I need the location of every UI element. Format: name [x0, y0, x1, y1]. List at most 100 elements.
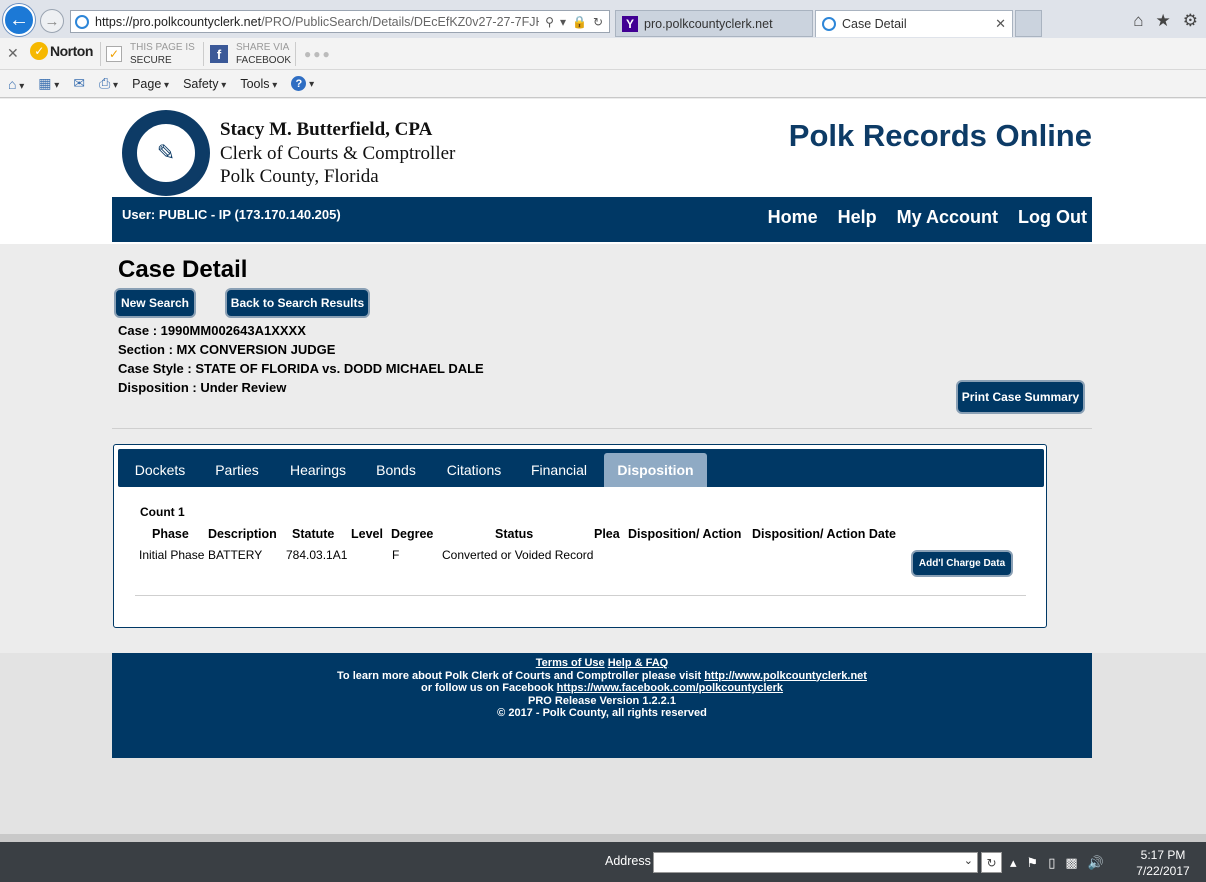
secure-check-icon: ✓: [106, 46, 122, 62]
yahoo-icon: Y: [622, 15, 638, 32]
col-plea: Plea: [594, 527, 620, 541]
col-disposition-date: Disposition/ Action Date: [752, 527, 896, 541]
norton-toolbar: ✕ ✓ Norton ✓ THIS PAGE IS SECURE f SHARE …: [0, 38, 1206, 70]
nav-log-out[interactable]: Log Out: [1018, 207, 1087, 228]
clerk-title: Clerk of Courts & Comptroller: [220, 143, 456, 164]
col-status: Status: [495, 527, 534, 541]
col-phase: Phase: [152, 527, 189, 541]
nav-help[interactable]: Help: [838, 207, 877, 228]
user-info: User: PUBLIC - IP (173.170.140.205): [122, 207, 341, 222]
col-disposition-action: Disposition/ Action: [628, 527, 742, 541]
tab-case-detail[interactable]: Case Detail ✕: [815, 10, 1013, 37]
divider: [112, 428, 1092, 429]
new-tab-button[interactable]: [1015, 10, 1042, 37]
url-text[interactable]: https://pro.polkcountyclerk.net/PRO/Publ…: [95, 15, 539, 29]
volume-icon[interactable]: 🔊: [1088, 855, 1104, 871]
settings-gear-icon[interactable]: ⚙: [1183, 11, 1198, 31]
home-icon[interactable]: ⌂: [8, 76, 24, 92]
help-menu[interactable]: ?: [291, 76, 314, 92]
case-number: Case : 1990MM002643A1XXXX: [118, 323, 306, 338]
facebook-icon: f: [210, 45, 228, 63]
tab-bonds[interactable]: Bonds: [366, 453, 426, 487]
address-toolbar-label: Address: [605, 854, 651, 868]
tab-parties[interactable]: Parties: [204, 453, 270, 487]
tab-disposition[interactable]: Disposition: [604, 453, 707, 487]
search-icon[interactable]: ⚲: [545, 15, 554, 29]
nav-home[interactable]: Home: [768, 207, 818, 228]
system-tray: ▴ ⚑ ▯ ▩ 🔊: [1010, 855, 1104, 871]
tab-bar: Dockets Parties Hearings Bonds Citations…: [118, 449, 1044, 487]
show-hidden-icons-icon[interactable]: ▴: [1010, 855, 1017, 871]
refresh-icon[interactable]: ↻: [593, 15, 603, 29]
battery-icon[interactable]: ▯: [1048, 855, 1055, 871]
page-menu[interactable]: Page: [132, 77, 169, 91]
tab-citations[interactable]: Citations: [434, 453, 514, 487]
clerk-heading: Stacy M. Butterfield, CPA Clerk of Court…: [220, 118, 455, 188]
case-disposition: Disposition : Under Review: [118, 380, 287, 395]
footer: Terms of Use Help & FAQ To learn more ab…: [112, 653, 1092, 758]
horizontal-scrollbar[interactable]: [0, 834, 1206, 842]
home-icon[interactable]: ⌂: [1133, 11, 1143, 31]
taskbar-address-input[interactable]: ⌄: [653, 852, 978, 873]
clock[interactable]: 5:17 PM 7/22/2017: [1130, 847, 1196, 879]
print-case-summary-button[interactable]: Print Case Summary: [956, 380, 1085, 414]
tab-hearings[interactable]: Hearings: [278, 453, 358, 487]
case-style: Case Style : STATE OF FLORIDA vs. DODD M…: [118, 361, 484, 376]
dropdown-icon[interactable]: ▾: [560, 15, 566, 29]
address-bar[interactable]: https://pro.polkcountyclerk.net/PRO/Publ…: [70, 10, 610, 33]
forward-button[interactable]: →: [40, 9, 64, 33]
share-facebook-button[interactable]: f SHARE VIA FACEBOOK: [210, 41, 291, 67]
col-level: Level: [351, 527, 383, 541]
copyright: © 2017 - Polk County, all rights reserve…: [497, 707, 707, 719]
page-title: Case Detail: [118, 256, 248, 283]
cell-description: BATTERY: [208, 548, 263, 562]
nav-my-account[interactable]: My Account: [897, 207, 998, 228]
mail-icon[interactable]: ✉: [73, 75, 85, 92]
command-bar: ⌂ ▦ ✉ ⎙ Page Safety Tools ?: [0, 70, 1206, 98]
cell-degree: F: [392, 548, 400, 562]
tab-dockets[interactable]: Dockets: [124, 453, 196, 487]
close-tab-icon[interactable]: ✕: [995, 16, 1006, 32]
facebook-link[interactable]: https://www.facebook.com/polkcountyclerk: [557, 682, 783, 694]
main-nav: User: PUBLIC - IP (173.170.140.205) Home…: [112, 197, 1092, 242]
favorites-star-icon[interactable]: ★: [1156, 11, 1171, 31]
case-tabs-panel: Dockets Parties Hearings Bonds Citations…: [113, 444, 1047, 628]
more-dots-icon[interactable]: ●●●: [304, 47, 332, 61]
refresh-icon[interactable]: ↻: [981, 852, 1002, 873]
print-icon[interactable]: ⎙: [99, 75, 118, 92]
count-label: Count 1: [140, 505, 185, 519]
case-section: Section : MX CONVERSION JUDGE: [118, 342, 336, 357]
feeds-icon[interactable]: ▦: [38, 75, 59, 92]
col-statute: Statute: [292, 527, 335, 541]
addl-charge-data-button[interactable]: Add'l Charge Data: [911, 550, 1013, 577]
quill-book-icon: ✎: [135, 122, 197, 184]
col-description: Description: [208, 527, 277, 541]
close-toolbar-icon[interactable]: ✕: [7, 45, 19, 62]
safety-menu[interactable]: Safety: [183, 77, 226, 91]
col-degree: Degree: [391, 527, 434, 541]
back-to-results-button[interactable]: Back to Search Results: [225, 288, 370, 318]
tab-financial[interactable]: Financial: [522, 453, 596, 487]
chevron-down-icon[interactable]: ⌄: [964, 854, 973, 867]
flag-icon[interactable]: ⚑: [1027, 855, 1039, 871]
tools-menu[interactable]: Tools: [240, 77, 277, 91]
back-button[interactable]: ←: [3, 4, 35, 36]
tab-yahoo[interactable]: Y pro.polkcountyclerk.net: [615, 10, 813, 37]
new-search-button[interactable]: New Search: [114, 288, 196, 318]
page-secure-indicator[interactable]: ✓ THIS PAGE IS SECURE: [106, 41, 195, 67]
lock-icon[interactable]: 🔒: [572, 15, 587, 29]
network-icon[interactable]: ▩: [1065, 855, 1077, 871]
norton-logo[interactable]: ✓ Norton: [30, 42, 93, 60]
clerk-website-link[interactable]: http://www.polkcountyclerk.net: [704, 670, 867, 682]
clerk-county: Polk County, Florida: [220, 166, 379, 187]
cell-status: Converted or Voided Record: [442, 548, 594, 562]
clerk-name: Stacy M. Butterfield, CPA: [220, 119, 433, 140]
county-seal-logo[interactable]: ✎: [122, 110, 210, 196]
site-title: Polk Records Online: [788, 118, 1092, 153]
browser-title-bar: ← → https://pro.polkcountyclerk.net/PRO/…: [0, 0, 1206, 38]
terms-of-use-link[interactable]: Terms of Use: [536, 657, 605, 669]
divider: [135, 595, 1026, 596]
help-faq-link[interactable]: Help & FAQ: [608, 657, 669, 669]
cell-statute: 784.03.1A1: [286, 548, 348, 562]
cell-phase: Initial Phase: [139, 548, 205, 562]
